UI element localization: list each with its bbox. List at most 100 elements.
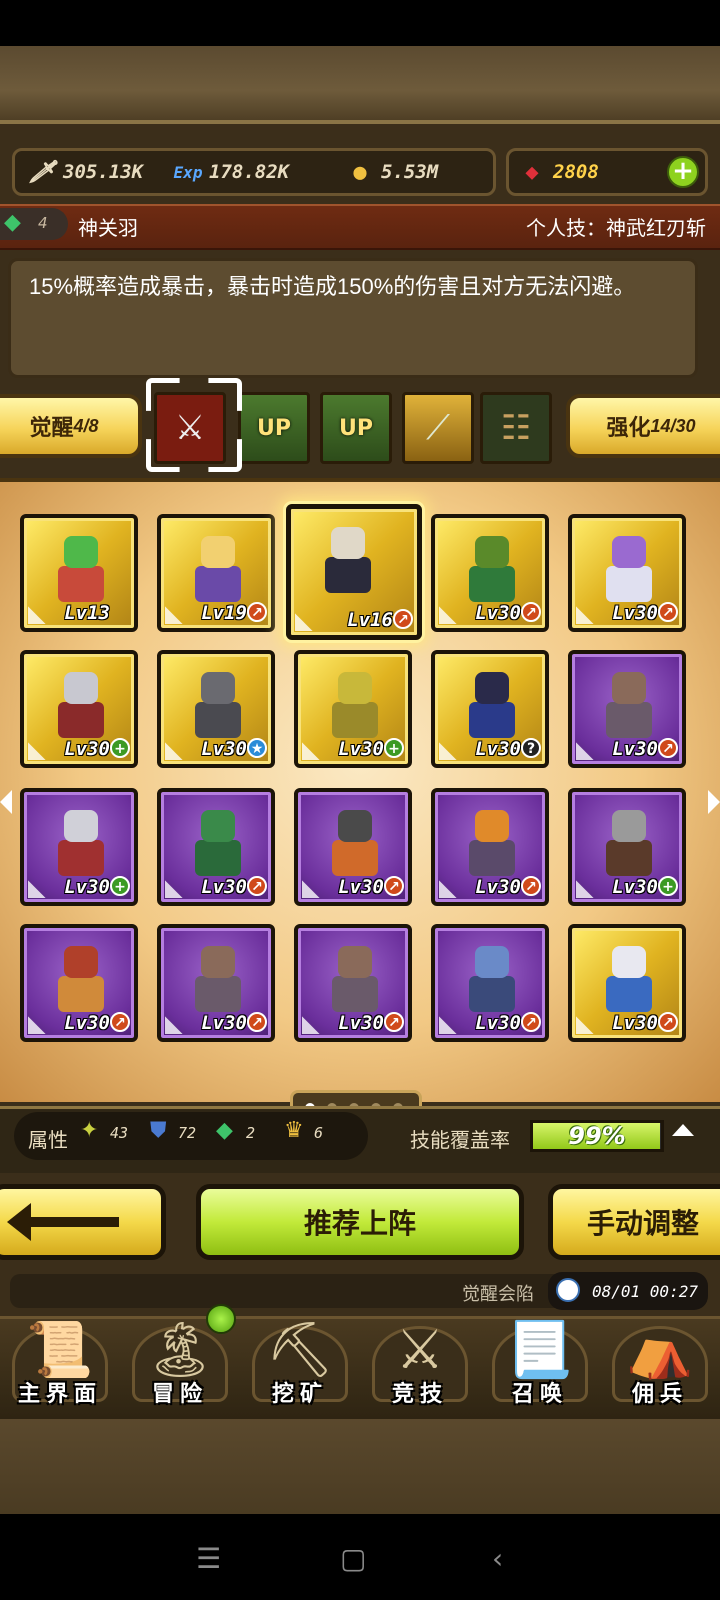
menu-nav-icon[interactable]: ☰	[196, 1542, 221, 1575]
hero-card[interactable]: Lv30 +	[294, 650, 412, 768]
rarity-corner-icon	[28, 742, 46, 760]
hero-card[interactable]: Lv30 +	[20, 788, 138, 906]
golden-blade-icon[interactable]: ⟋	[402, 392, 474, 464]
menu-label: 佣兵	[631, 1381, 688, 1406]
hero-card[interactable]: Lv30 ↗	[431, 514, 549, 632]
page-right-arrow-icon[interactable]	[708, 790, 720, 814]
sword-icon: 🗡	[28, 159, 56, 185]
menu-item-6[interactable]: ⛺ 佣兵	[600, 1300, 720, 1416]
rank-number: 4	[38, 214, 48, 232]
upgrade-badge-icon: ↗	[384, 1012, 404, 1032]
question-badge-icon: ?	[521, 738, 541, 758]
hero-level: Lv30	[64, 876, 110, 898]
hero-card[interactable]: Lv30 ↗	[568, 514, 686, 632]
gem-resource: ◆ 2808	[517, 157, 598, 187]
hero-level: Lv30	[612, 876, 658, 898]
hero-level: Lv30	[201, 876, 247, 898]
menu-item-4[interactable]: ⚔ 竞技	[360, 1300, 480, 1416]
ruby-icon: ◆	[525, 159, 539, 185]
menu-label: 召唤	[511, 1381, 568, 1406]
shield-icon: ⛊	[150, 1118, 167, 1143]
hero-card[interactable]: Lv30 ↗	[431, 788, 549, 906]
rarity-corner-icon	[165, 880, 183, 898]
menu-label: 冒险	[151, 1381, 208, 1406]
manual-adjust-button[interactable]: 手动调整	[548, 1184, 720, 1260]
rarity-corner-icon	[576, 742, 594, 760]
recommend-lineup-button[interactable]: 推荐上阵	[196, 1184, 524, 1260]
power-value: 43	[110, 1124, 129, 1142]
hero-card[interactable]: Lv30 ↗	[568, 924, 686, 1042]
hero-card[interactable]: Lv30 ↗	[20, 924, 138, 1042]
hero-card[interactable]: Lv30 +	[568, 788, 686, 906]
hero-portrait	[461, 668, 523, 740]
hero-level: Lv30	[612, 1012, 658, 1034]
enhance-count: 14/30	[650, 415, 696, 436]
home-nav-icon[interactable]: ▢	[340, 1542, 366, 1575]
hero-card[interactable]: Lv30 ★	[157, 650, 275, 768]
up-label: UP	[339, 415, 373, 441]
crown-icon: ♛	[284, 1118, 304, 1143]
exp-resource: Exp 178.82K	[173, 157, 290, 187]
back-nav-icon[interactable]: ‹	[492, 1542, 503, 1575]
rarity-corner-icon	[576, 880, 594, 898]
upgrade-tab-row: 觉醒 4/8 ⚔ UP UP ⟋ ☷ 强化 14/30	[0, 386, 720, 470]
page-left-arrow-icon[interactable]	[0, 790, 12, 814]
hero-card[interactable]: Lv30 ↗	[294, 788, 412, 906]
hero-card[interactable]: Lv30 ↗	[157, 924, 275, 1042]
hero-card[interactable]: Lv16 ↗	[286, 504, 422, 640]
hero-level: Lv19	[201, 602, 247, 624]
hero-portrait	[324, 668, 386, 740]
hero-skill-name: 个人技：神武红刃斩	[526, 218, 706, 240]
menu-item-3[interactable]: ⛏ 挖矿	[240, 1300, 360, 1416]
upgrade-badge-icon: ↗	[521, 602, 541, 622]
hero-card[interactable]: Lv30 ↗	[568, 650, 686, 768]
parchment-background	[0, 46, 720, 120]
hero-portrait	[187, 668, 249, 740]
rarity-corner-icon	[439, 742, 457, 760]
hero-card[interactable]: Lv30?	[431, 650, 549, 768]
hero-card[interactable]: Lv13	[20, 514, 138, 632]
rarity-corner-icon	[576, 606, 594, 624]
hero-portrait	[324, 806, 386, 878]
hero-level: Lv30	[201, 738, 247, 760]
hero-level: Lv30	[475, 738, 521, 760]
gold-value: 5.53M	[381, 161, 439, 183]
tab-selection-frame	[146, 378, 242, 472]
rarity-corner-icon	[439, 1016, 457, 1034]
hero-level: Lv13	[64, 602, 110, 624]
add-gems-button[interactable]: +	[667, 156, 699, 188]
up-crown-icon[interactable]: UP	[320, 392, 392, 464]
attribute-label: 属性	[28, 1130, 68, 1152]
enhance-button[interactable]: 强化 14/30	[566, 394, 720, 458]
menu-item-1[interactable]: 📜 主界面	[0, 1300, 120, 1416]
hero-card[interactable]: Lv30 ↗	[294, 924, 412, 1042]
menu-item-5[interactable]: 📃 召唤	[480, 1300, 600, 1416]
up-crown-icon[interactable]: UP	[238, 392, 310, 464]
expand-arrow-icon[interactable]	[672, 1124, 694, 1136]
hero-level: Lv30	[612, 602, 658, 624]
hero-card[interactable]: Lv30 ↗	[431, 924, 549, 1042]
gold-resource: ● 5.53M	[345, 157, 438, 187]
hero-card[interactable]: Lv30 ↗	[157, 788, 275, 906]
back-button[interactable]	[0, 1184, 166, 1260]
hero-name: 神关羽	[78, 218, 138, 240]
exp-icon: Exp	[173, 162, 203, 182]
hero-level: Lv30	[64, 738, 110, 760]
upgrade-badge-icon: ↗	[110, 1012, 130, 1032]
skill-description: 15%概率造成暴击，暴击时造成150%的伤害且对方无法闪避。	[29, 274, 636, 299]
hero-portrait	[598, 942, 660, 1014]
scroll-icon[interactable]: ☷	[480, 392, 552, 464]
hero-card[interactable]: Lv30 +	[20, 650, 138, 768]
hero-portrait	[187, 532, 249, 604]
upgrade-badge-icon: ↗	[393, 609, 413, 629]
awaken-button[interactable]: 觉醒 4/8	[0, 394, 142, 458]
rarity-corner-icon	[439, 606, 457, 624]
rarity-corner-icon	[439, 880, 457, 898]
hero-portrait	[187, 806, 249, 878]
shield-value: 72	[178, 1124, 197, 1142]
hero-card[interactable]: Lv19 ↗	[157, 514, 275, 632]
rarity-corner-icon	[295, 613, 313, 631]
rarity-corner-icon	[576, 1016, 594, 1034]
menu-label: 竞技	[391, 1381, 448, 1406]
skill-coverage-label: 技能覆盖率	[410, 1130, 510, 1152]
